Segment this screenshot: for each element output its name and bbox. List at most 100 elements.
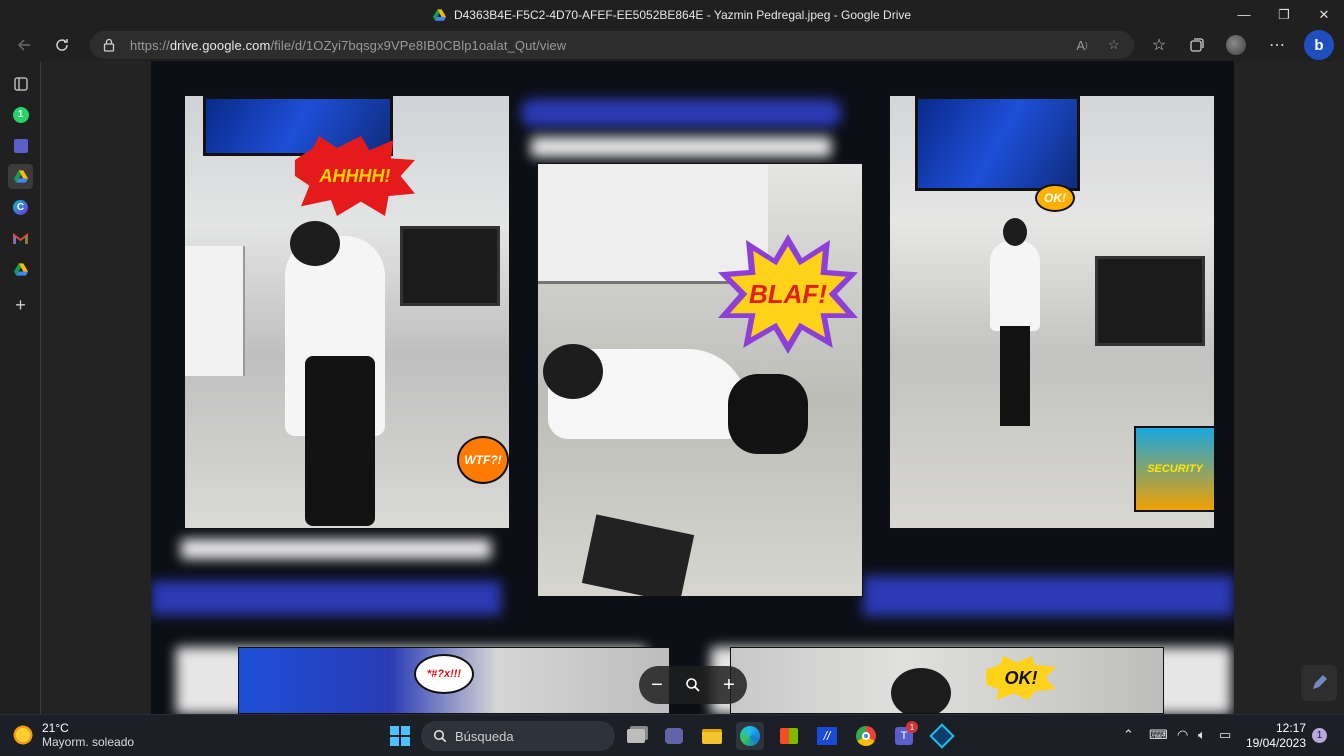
google-drive-icon xyxy=(13,263,28,276)
task-view-button[interactable] xyxy=(622,722,650,750)
wtf-burst: WTF?! xyxy=(457,436,509,484)
window-title: D4363B4E-F5C2-4D70-AFEF-EE5052BE864E - Y… xyxy=(432,8,911,22)
url-text: https://drive.google.com/file/d/1OZyi7bq… xyxy=(130,38,566,53)
white-strip xyxy=(531,137,831,157)
wifi-icon[interactable]: ◠ xyxy=(1177,727,1188,743)
url-prefix: https:// xyxy=(130,37,170,53)
monitor xyxy=(1095,256,1205,346)
whatsapp-icon: 1 xyxy=(12,106,29,123)
close-button[interactable]: ✕ xyxy=(1304,0,1344,29)
bing-icon: b xyxy=(1314,36,1324,54)
tabs-icon xyxy=(13,76,28,91)
collections-icon xyxy=(1190,38,1204,52)
back-button[interactable] xyxy=(10,32,38,58)
weather-widget[interactable]: 21°C Mayorm. soleado xyxy=(12,721,134,749)
edit-image-button[interactable] xyxy=(1301,665,1337,701)
profile-button[interactable] xyxy=(1222,32,1250,58)
comic-collage-image[interactable]: AHHHH! WTF?! BLAF! OK! SECURITY *#?x!!! … xyxy=(151,61,1234,714)
google-drive-icon xyxy=(13,170,28,183)
file-explorer-button[interactable] xyxy=(698,722,726,750)
keyboard-icon[interactable]: ⌨ xyxy=(1149,727,1168,743)
edge-sidebar: 1 C + xyxy=(0,61,41,714)
url-path: /file/d/1OZyi7bqsgx9VPe8IB0CBlp1oalat_Qu… xyxy=(270,37,567,53)
collections-button[interactable] xyxy=(1183,32,1211,58)
clock-time: 12:17 xyxy=(1275,721,1306,735)
comic-panel-3: OK! SECURITY xyxy=(889,95,1215,529)
ok-burst: OK! xyxy=(1035,184,1075,212)
app-button-azure[interactable]: // xyxy=(813,722,841,750)
canva-icon: C xyxy=(13,200,28,215)
task-view-icon xyxy=(627,729,645,743)
notification-badge[interactable]: 1 xyxy=(1312,728,1327,743)
sidebar-item-forms[interactable] xyxy=(8,133,33,158)
add-favorite-icon[interactable]: ☆ xyxy=(1104,35,1124,55)
zoom-out-button[interactable]: − xyxy=(642,670,672,700)
volume-icon[interactable]: 🔈︎ xyxy=(1198,727,1206,743)
taskbar-search[interactable]: Búsqueda xyxy=(421,721,615,751)
list-icon xyxy=(13,138,28,153)
blue-banner xyxy=(863,576,1234,616)
browser-toolbar: https://drive.google.com/file/d/1OZyi7bq… xyxy=(0,29,1344,61)
window-titlebar: D4363B4E-F5C2-4D70-AFEF-EE5052BE864E - Y… xyxy=(0,0,1344,29)
edge-icon xyxy=(740,726,760,746)
store-icon xyxy=(780,728,798,744)
battery-icon[interactable]: ▭ xyxy=(1219,727,1231,743)
image-viewer: AHHHH! WTF?! BLAF! OK! SECURITY *#?x!!! … xyxy=(41,61,1344,714)
comic-panel-2: BLAF! xyxy=(537,163,863,597)
pen-icon xyxy=(1313,675,1327,689)
favorites-icon: ☆ xyxy=(1151,37,1167,54)
cursing-bubble: *#?x!!! xyxy=(414,654,474,694)
chrome-icon xyxy=(856,726,876,746)
person-figure xyxy=(990,241,1040,331)
plus-icon: + xyxy=(15,295,26,315)
security-hero-sticker: SECURITY xyxy=(1134,426,1214,512)
white-strip xyxy=(181,539,491,559)
windows-taskbar: 21°C Mayorm. soleado Búsqueda // T 1 ⌃ ⌨… xyxy=(0,714,1344,756)
chat-icon xyxy=(665,728,683,744)
app-icon xyxy=(929,723,955,749)
edge-taskbar-button[interactable] xyxy=(736,722,764,750)
sidebar-item-drive[interactable] xyxy=(8,164,33,189)
address-bar[interactable]: https://drive.google.com/file/d/1OZyi7bq… xyxy=(90,31,1134,59)
add-sidebar-app-button[interactable]: + xyxy=(8,293,33,318)
teams-badge: 1 xyxy=(906,721,918,733)
more-icon: ⋯ xyxy=(1269,37,1285,54)
gmail-icon xyxy=(13,232,28,244)
sidebar-item-gmail[interactable] xyxy=(8,226,33,251)
blue-banner xyxy=(521,99,841,127)
url-host: drive.google.com xyxy=(169,37,271,53)
zoom-in-button[interactable]: + xyxy=(714,670,744,700)
read-aloud-icon[interactable]: A) xyxy=(1072,35,1092,55)
refresh-button[interactable] xyxy=(48,32,76,58)
sidebar-item-whatsapp[interactable]: 1 xyxy=(8,102,33,127)
app-button-tool[interactable] xyxy=(928,722,956,750)
zoom-reset-button[interactable] xyxy=(678,670,708,700)
weather-desc: Mayorm. soleado xyxy=(42,735,135,749)
magnifier-icon xyxy=(686,678,700,692)
more-menu-button[interactable]: ⋯ xyxy=(1263,32,1291,58)
favorites-button[interactable]: ☆ xyxy=(1145,32,1173,58)
comic-panel-4: *#?x!!! xyxy=(238,647,670,714)
monitor xyxy=(400,226,500,306)
teams-button[interactable]: T 1 xyxy=(890,721,918,750)
store-button[interactable] xyxy=(775,722,803,750)
chrome-button[interactable] xyxy=(852,722,880,750)
maximize-button[interactable]: ❐ xyxy=(1264,0,1304,29)
sidebar-item-canva[interactable]: C xyxy=(8,195,33,220)
weather-temp: 21°C xyxy=(42,721,69,735)
teams-chat-button[interactable] xyxy=(660,722,688,750)
system-clock[interactable]: 12:17 19/04/2023 xyxy=(1240,721,1306,751)
google-drive-icon xyxy=(432,8,446,21)
bing-copilot-button[interactable]: b xyxy=(1304,30,1334,60)
search-label: Búsqueda xyxy=(455,728,514,744)
sidebar-item-drive-2[interactable] xyxy=(8,257,33,282)
world-map-screen xyxy=(915,96,1080,191)
start-button[interactable] xyxy=(386,722,414,750)
show-hidden-icons-button[interactable]: ⌃ xyxy=(1123,727,1134,743)
blue-banner xyxy=(151,581,501,615)
tab-actions-button[interactable] xyxy=(8,71,33,96)
folder-icon xyxy=(702,728,722,744)
avatar xyxy=(1226,35,1246,55)
arrow-left-icon xyxy=(17,39,30,51)
minimize-button[interactable]: — xyxy=(1224,0,1264,29)
